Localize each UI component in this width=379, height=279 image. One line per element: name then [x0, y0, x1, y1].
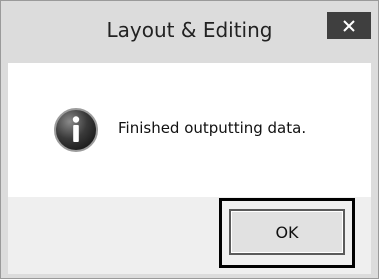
info-icon: [53, 107, 99, 153]
close-x-icon: [343, 19, 355, 32]
message-text: Finished outputting data.: [118, 119, 307, 137]
close-button[interactable]: [327, 12, 371, 39]
dialog-content: Finished outputting data.: [8, 63, 371, 197]
ok-button[interactable]: OK: [229, 209, 345, 255]
dialog-title: Layout & Editing: [106, 18, 273, 42]
title-bar[interactable]: Layout & Editing: [1, 1, 378, 63]
dialog-window: Layout & Editing Finished outputting dat…: [0, 0, 379, 279]
